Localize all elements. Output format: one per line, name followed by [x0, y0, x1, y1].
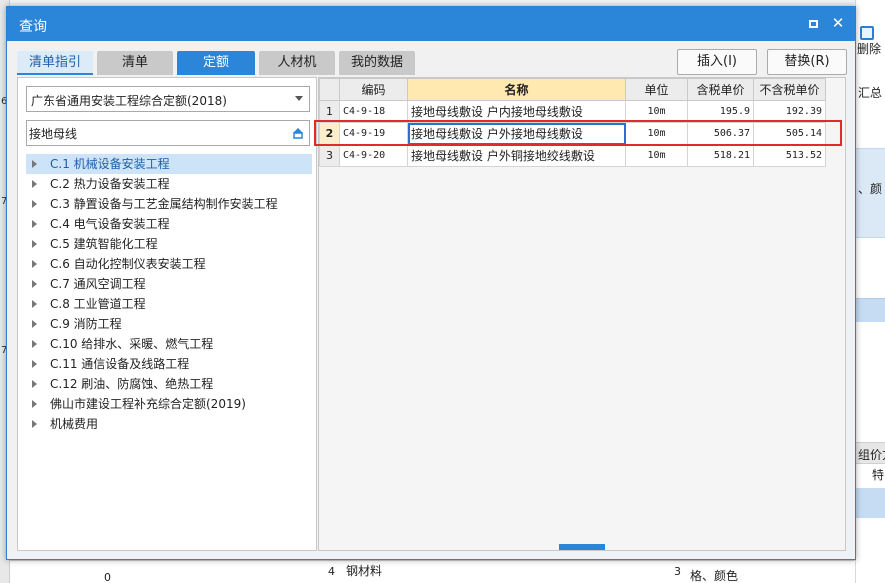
- quota-tax-price[interactable]: 518.21: [687, 144, 754, 167]
- quota-notax-price[interactable]: 513.52: [753, 144, 826, 167]
- tree-item[interactable]: C.9 消防工程: [26, 314, 312, 334]
- tree-item[interactable]: C.10 给排水、采暖、燃气工程: [26, 334, 312, 354]
- search-field[interactable]: [26, 120, 310, 146]
- row-number-header: [319, 78, 340, 101]
- quota-notax-price[interactable]: 505.14: [753, 122, 826, 145]
- expand-icon[interactable]: [32, 420, 37, 428]
- tab-labor-material-machine[interactable]: 人材机: [259, 51, 335, 75]
- close-icon[interactable]: ✕: [829, 14, 847, 32]
- collapse-handle[interactable]: [559, 544, 605, 550]
- tab-quota[interactable]: 定额: [177, 51, 255, 75]
- quota-name[interactable]: 接地母线敷设 户内接地母线敷设: [407, 100, 626, 123]
- row-number: 1: [319, 100, 340, 123]
- feature-text: 特: [872, 468, 885, 482]
- delete-icon: [860, 26, 874, 40]
- background-selected-row: [856, 298, 885, 322]
- quota-unit[interactable]: 10m: [625, 122, 688, 145]
- quota-library-select[interactable]: 广东省通用安装工程综合定额(2018): [26, 86, 310, 112]
- quota-name[interactable]: 接地母线敷设 户外铜接地绞线敷设: [407, 144, 626, 167]
- expand-icon[interactable]: [32, 180, 37, 188]
- table-row[interactable]: 3 C4-9-20 接地母线敷设 户外铜接地绞线敷设 10m 518.21 51…: [319, 144, 826, 167]
- replace-button[interactable]: 替换(R): [767, 49, 847, 75]
- expand-icon[interactable]: [32, 380, 37, 388]
- background-right-panel: 删除 汇总 、颜 组价方 特: [855, 0, 885, 583]
- dialog-titlebar[interactable]: 查询 ✕: [7, 7, 855, 41]
- expand-icon[interactable]: [32, 300, 37, 308]
- quota-library-value: 广东省通用安装工程综合定额(2018): [31, 94, 227, 108]
- quota-code[interactable]: C4-9-20: [339, 144, 408, 167]
- expand-icon[interactable]: [32, 160, 37, 168]
- tree-item[interactable]: C.2 热力设备安装工程: [26, 174, 312, 194]
- quota-results-panel: 编码 名称 单位 含税单价 不含税单价 1 C4-9-18 接地母线敷设 户内接…: [318, 77, 846, 551]
- tree-item[interactable]: C.12 刷油、防腐蚀、绝热工程: [26, 374, 312, 394]
- table-header-row: 编码 名称 单位 含税单价 不含税单价: [319, 78, 826, 101]
- insert-button[interactable]: 插入(I): [677, 49, 757, 75]
- table-row[interactable]: 1 C4-9-18 接地母线敷设 户内接地母线敷设 10m 195.9 192.…: [319, 100, 826, 123]
- notax-price-column-header[interactable]: 不含税单价: [753, 78, 826, 101]
- filter-icon[interactable]: [291, 126, 305, 140]
- expand-icon[interactable]: [32, 340, 37, 348]
- row-number: 2: [319, 122, 340, 145]
- expand-icon[interactable]: [32, 220, 37, 228]
- expand-icon[interactable]: [32, 260, 37, 268]
- chevron-down-icon: [295, 96, 303, 101]
- background-bottom-grid: 0 4 钢材料 3 格、颜色: [10, 560, 855, 583]
- expand-icon[interactable]: [32, 280, 37, 288]
- tree-item[interactable]: 机械费用: [26, 414, 312, 434]
- delete-button[interactable]: 删除: [856, 26, 885, 62]
- expand-icon[interactable]: [32, 200, 37, 208]
- tree-item[interactable]: C.1 机械设备安装工程: [26, 154, 312, 174]
- quota-unit[interactable]: 10m: [625, 100, 688, 123]
- tree-item[interactable]: C.3 静置设备与工艺金属结构制作安装工程: [26, 194, 312, 214]
- table-row-selected[interactable]: 2 C4-9-19 接地母线敷设 户外接地母线敷设 10m 506.37 505…: [319, 122, 826, 145]
- tree-item[interactable]: C.6 自动化控制仪表安装工程: [26, 254, 312, 274]
- maximize-icon[interactable]: [807, 17, 821, 31]
- quota-unit[interactable]: 10m: [625, 144, 688, 167]
- left-panel: 广东省通用安装工程综合定额(2018) C.1 机械设备安装工程 C.2 热力设…: [17, 77, 317, 551]
- pricing-text: 组价方: [856, 442, 885, 464]
- tree-item[interactable]: C.7 通风空调工程: [26, 274, 312, 294]
- row-number: 3: [319, 144, 340, 167]
- code-column-header[interactable]: 编码: [339, 78, 408, 101]
- tax-price-column-header[interactable]: 含税单价: [687, 78, 754, 101]
- color-text: 、颜: [858, 182, 883, 196]
- expand-icon[interactable]: [32, 320, 37, 328]
- summary-text: 汇总: [858, 86, 883, 100]
- tree-item[interactable]: C.5 建筑智能化工程: [26, 234, 312, 254]
- dialog-title: 查询: [19, 19, 47, 35]
- expand-icon[interactable]: [32, 400, 37, 408]
- tab-list[interactable]: 清单: [97, 51, 173, 75]
- tree-item[interactable]: C.8 工业管道工程: [26, 294, 312, 314]
- quota-chapter-tree: C.1 机械设备安装工程 C.2 热力设备安装工程 C.3 静置设备与工艺金属结…: [26, 154, 312, 434]
- tree-item[interactable]: C.4 电气设备安装工程: [26, 214, 312, 234]
- quota-code[interactable]: C4-9-18: [339, 100, 408, 123]
- expand-icon[interactable]: [32, 360, 37, 368]
- quota-tax-price[interactable]: 506.37: [687, 122, 754, 145]
- quota-results-table: 编码 名称 单位 含税单价 不含税单价 1 C4-9-18 接地母线敷设 户内接…: [319, 78, 826, 167]
- expand-icon[interactable]: [32, 240, 37, 248]
- search-input[interactable]: [29, 123, 279, 143]
- quota-code[interactable]: C4-9-19: [339, 122, 408, 145]
- unit-column-header[interactable]: 单位: [625, 78, 688, 101]
- tree-item[interactable]: 佛山市建设工程补充综合定额(2019): [26, 394, 312, 414]
- background-selected-row: [856, 488, 885, 518]
- quota-notax-price[interactable]: 192.39: [753, 100, 826, 123]
- quota-name[interactable]: 接地母线敷设 户外接地母线敷设: [407, 122, 626, 145]
- tab-my-data[interactable]: 我的数据: [339, 51, 415, 75]
- tree-item[interactable]: C.11 通信设备及线路工程: [26, 354, 312, 374]
- quota-tax-price[interactable]: 195.9: [687, 100, 754, 123]
- query-dialog: 查询 ✕ 清单指引 清单 定额 人材机 我的数据 插入(I) 替换(R) 广东省…: [6, 6, 856, 560]
- tab-list-guide[interactable]: 清单指引: [17, 51, 93, 75]
- name-column-header[interactable]: 名称: [407, 78, 626, 101]
